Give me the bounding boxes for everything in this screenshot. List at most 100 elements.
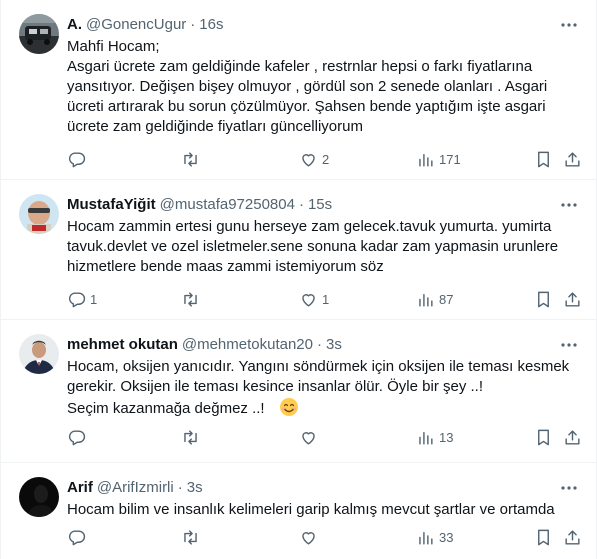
reply-count: 1 bbox=[90, 291, 98, 307]
view-count: 171 bbox=[439, 151, 461, 167]
share-button[interactable] bbox=[563, 526, 582, 548]
views-icon bbox=[419, 531, 433, 545]
tweet-line-text: Seçim kazanmağa değmez ..! bbox=[67, 400, 265, 417]
avatar[interactable] bbox=[19, 334, 59, 374]
author-handle[interactable]: @mehmetokutan20 bbox=[182, 335, 313, 355]
reply-button[interactable] bbox=[67, 148, 90, 170]
tweet-line: Hocam zammin ertesi gunu herseye zam gel… bbox=[67, 218, 552, 235]
tweet-line: Asgari ücrete zam geldiğinde kafeler , r… bbox=[67, 58, 533, 75]
share-button[interactable] bbox=[563, 288, 582, 310]
tweet-line: ücreti artırarak bu sorun çözülmüyor. Şa… bbox=[67, 98, 546, 115]
views-button[interactable]: 33 bbox=[416, 526, 453, 548]
retweet-button[interactable] bbox=[181, 526, 204, 548]
author-name[interactable]: Arif bbox=[67, 478, 93, 498]
action-bar: 1 1 87 bbox=[57, 288, 587, 310]
timestamp[interactable]: 3s bbox=[187, 478, 203, 498]
bookmark-button[interactable] bbox=[534, 288, 553, 310]
tweet-text: Hocam, oksijen yanıcıdır. Yangını söndür… bbox=[67, 357, 582, 419]
separator-dot: · bbox=[317, 336, 322, 353]
separator-dot: · bbox=[190, 16, 196, 33]
tweet-header: A. @GonencUgur · 16s bbox=[67, 15, 223, 35]
bookmark-button[interactable] bbox=[534, 148, 553, 170]
retweet-button[interactable] bbox=[181, 148, 204, 170]
tweet-text: Hocam bilim ve insanlık kelimeleri garip… bbox=[67, 500, 582, 520]
tweet-line: hizmetlere bende maas zammi istemiyorum … bbox=[67, 258, 384, 275]
tweet-line: gerekir. Oksijen ile teması kesince insa… bbox=[67, 378, 484, 395]
retweet-button[interactable] bbox=[181, 288, 204, 310]
share-icon bbox=[565, 291, 580, 307]
views-button[interactable]: 87 bbox=[416, 288, 453, 310]
like-count: 2 bbox=[322, 151, 330, 167]
author-handle[interactable]: @ArifIzmirli bbox=[97, 478, 174, 498]
retweet-icon bbox=[184, 529, 197, 545]
views-icon bbox=[419, 293, 433, 307]
author-handle[interactable]: @mustafa97250804 bbox=[160, 195, 295, 215]
tweet-text: Hocam zammin ertesi gunu herseye zam gel… bbox=[67, 217, 582, 277]
tweet-header: MustafaYiğit @mustafa97250804 · 15s bbox=[67, 195, 332, 215]
separator-dot: · bbox=[298, 196, 304, 213]
like-button[interactable] bbox=[299, 426, 322, 448]
tweet[interactable]: A. @GonencUgur · 16s Mahfi Hocam; Asgari… bbox=[1, 0, 597, 180]
bookmark-icon bbox=[538, 151, 549, 167]
more-icon[interactable] bbox=[558, 14, 580, 36]
view-count: 13 bbox=[439, 429, 454, 445]
share-button[interactable] bbox=[563, 426, 582, 448]
tweet-line: yansıtıyor. Değişen bişey olmuyor , görd… bbox=[67, 78, 548, 95]
retweet-icon bbox=[184, 429, 197, 445]
author-name[interactable]: A. bbox=[67, 15, 82, 35]
tweet[interactable]: mehmet okutan @mehmetokutan20 · 3s Hocam… bbox=[1, 320, 597, 463]
like-button[interactable]: 2 bbox=[299, 148, 329, 170]
retweet-button[interactable] bbox=[181, 426, 204, 448]
tweet[interactable]: Arif @ArifIzmirli · 3s Hocam bilim ve in… bbox=[1, 463, 597, 559]
like-count: 1 bbox=[322, 291, 330, 307]
reply-icon bbox=[68, 291, 86, 307]
share-button[interactable] bbox=[563, 148, 582, 170]
views-button[interactable]: 13 bbox=[416, 426, 453, 448]
smiling-face-emoji bbox=[279, 397, 299, 417]
heart-icon bbox=[302, 431, 315, 445]
avatar[interactable] bbox=[19, 14, 59, 54]
separator-dot: · bbox=[177, 479, 183, 496]
share-icon bbox=[565, 429, 580, 445]
bookmark-button[interactable] bbox=[534, 526, 553, 548]
reply-button[interactable] bbox=[67, 426, 90, 448]
more-icon[interactable] bbox=[558, 194, 580, 216]
retweet-icon bbox=[184, 151, 197, 167]
reply-button[interactable] bbox=[67, 526, 90, 548]
reply-feed: A. @GonencUgur · 16s Mahfi Hocam; Asgari… bbox=[0, 0, 597, 559]
bookmark-button[interactable] bbox=[534, 426, 553, 448]
tweet-line: Hocam bilim ve insanlık kelimeleri garip… bbox=[67, 501, 555, 518]
reply-icon bbox=[68, 429, 86, 445]
bookmark-icon bbox=[538, 291, 549, 307]
bookmark-icon bbox=[538, 429, 549, 445]
avatar[interactable] bbox=[19, 477, 59, 517]
tweet[interactable]: MustafaYiğit @mustafa97250804 · 15s Hoca… bbox=[1, 180, 597, 320]
timestamp[interactable]: 15s bbox=[308, 195, 332, 215]
view-count: 33 bbox=[439, 529, 454, 545]
author-name[interactable]: mehmet okutan bbox=[67, 335, 178, 355]
author-handle[interactable]: @GonencUgur bbox=[86, 15, 186, 35]
author-name[interactable]: MustafaYiğit bbox=[67, 195, 156, 215]
like-button[interactable] bbox=[299, 526, 322, 548]
tweet-text: Mahfi Hocam; Asgari ücrete zam geldiğind… bbox=[67, 37, 582, 137]
more-icon[interactable] bbox=[558, 334, 580, 356]
tweet-line: tavuk.devlet ve ozel isletmeler.sene son… bbox=[67, 238, 559, 255]
action-bar: 13 bbox=[57, 426, 587, 448]
tweet-line: Seçim kazanmağa değmez ..! bbox=[67, 397, 582, 419]
tweet-line: Mahfi Hocam; bbox=[67, 38, 160, 55]
tweet-line: Hocam, oksijen yanıcıdır. Yangını söndür… bbox=[67, 358, 570, 375]
heart-icon bbox=[302, 153, 315, 167]
like-button[interactable]: 1 bbox=[299, 288, 329, 310]
timestamp[interactable]: 16s bbox=[199, 15, 223, 35]
action-bar: 2 171 bbox=[57, 148, 587, 170]
reply-button[interactable]: 1 bbox=[67, 288, 97, 310]
avatar[interactable] bbox=[19, 194, 59, 234]
views-icon bbox=[419, 431, 433, 445]
views-button[interactable]: 171 bbox=[416, 148, 461, 170]
action-bar: 33 bbox=[57, 526, 587, 548]
more-icon[interactable] bbox=[558, 477, 580, 499]
reply-icon bbox=[68, 529, 86, 545]
timestamp[interactable]: 3s bbox=[326, 335, 342, 355]
reply-icon bbox=[68, 151, 86, 167]
heart-icon bbox=[302, 531, 315, 545]
